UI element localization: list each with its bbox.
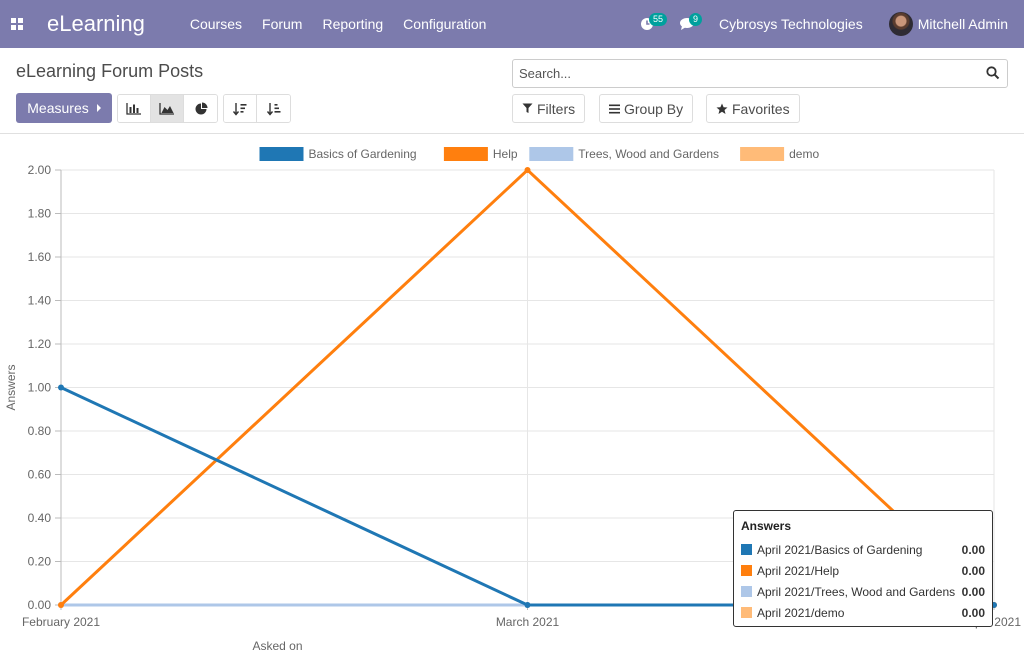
apps-menu-icon[interactable] xyxy=(0,0,34,48)
tooltip-swatch xyxy=(741,565,752,576)
filters-label: Filters xyxy=(537,100,576,117)
y-tick-label: 0.60 xyxy=(28,468,52,482)
pie-chart-icon xyxy=(195,102,207,114)
tooltip-swatch xyxy=(741,586,752,597)
favorites-label: Favorites xyxy=(732,100,790,117)
measures-button[interactable]: Measures xyxy=(16,93,112,123)
tooltip-row: April 2021/Help 0.00 xyxy=(741,560,985,581)
tooltip-swatch xyxy=(741,607,752,618)
tooltip-swatch xyxy=(741,544,752,555)
tooltip-row: April 2021/demo 0.00 xyxy=(741,602,985,623)
tooltip-value: 0.00 xyxy=(961,584,985,599)
data-point xyxy=(58,602,64,608)
x-tick-label: February 2021 xyxy=(22,615,100,629)
y-tick-label: 2.00 xyxy=(28,163,52,177)
y-tick-label: 1.60 xyxy=(28,250,52,264)
legend-label: Trees, Wood and Gardens xyxy=(578,147,719,161)
menu-forum[interactable]: Forum xyxy=(262,16,302,32)
activity-badge: 55 xyxy=(649,13,668,26)
data-point xyxy=(524,602,531,608)
search-icon[interactable] xyxy=(986,66,1000,80)
legend-label: Help xyxy=(493,147,518,161)
messages-button[interactable]: 9 xyxy=(667,0,707,48)
tooltip-label: April 2021/demo xyxy=(757,605,845,620)
legend-swatch xyxy=(443,147,488,161)
top-navbar: eLearning Courses Forum Reporting Config… xyxy=(0,0,1024,48)
menu-courses[interactable]: Courses xyxy=(190,16,242,32)
sort-descending-icon xyxy=(232,102,247,116)
menu-reporting[interactable]: Reporting xyxy=(322,16,383,32)
search-bar xyxy=(512,59,1008,88)
groupby-label: Group By xyxy=(624,100,684,117)
y-tick-label: 0.80 xyxy=(28,424,52,438)
search-input[interactable] xyxy=(513,60,973,87)
favorites-button[interactable]: Favorites xyxy=(706,94,800,123)
line-chart-button[interactable] xyxy=(151,95,184,122)
legend-label: Basics of Gardening xyxy=(309,147,417,161)
y-axis-title: Answers xyxy=(4,364,18,410)
y-tick-label: 0.00 xyxy=(28,598,52,612)
y-tick-label: 1.80 xyxy=(28,207,52,221)
messages-badge: 9 xyxy=(689,13,703,26)
tooltip-row: April 2021/Trees, Wood and Gardens 0.00 xyxy=(741,581,985,602)
caret-right-icon xyxy=(96,104,101,112)
y-tick-label: 0.40 xyxy=(28,511,52,525)
user-name: Mitchell Admin xyxy=(917,16,1008,32)
tooltip-title: Answers xyxy=(741,519,792,533)
groupby-button[interactable]: Group By xyxy=(599,94,694,123)
x-tick-label: March 2021 xyxy=(496,615,560,629)
avatar xyxy=(888,12,913,36)
tooltip-value: 0.00 xyxy=(961,563,985,578)
area-chart-icon xyxy=(159,103,174,115)
sort-buttons xyxy=(223,94,291,123)
bar-chart-button[interactable] xyxy=(118,95,151,122)
chart-type-switcher xyxy=(117,94,218,123)
star-icon xyxy=(716,103,728,114)
filter-icon xyxy=(522,103,533,113)
tooltip-label: April 2021/Basics of Gardening xyxy=(757,542,923,557)
menu-configuration[interactable]: Configuration xyxy=(403,16,486,32)
chart-tooltip: Answers April 2021/Basics of Gardening 0… xyxy=(733,510,993,627)
y-tick-label: 1.20 xyxy=(28,337,52,351)
legend-swatch xyxy=(740,147,785,161)
legend-swatch xyxy=(259,147,304,161)
tooltip-value: 0.00 xyxy=(961,542,985,557)
filters-button[interactable]: Filters xyxy=(512,94,586,123)
data-point xyxy=(58,384,64,391)
legend-swatch xyxy=(529,147,574,161)
activity-button[interactable]: 55 xyxy=(627,0,668,48)
tooltip-row: April 2021/Basics of Gardening 0.00 xyxy=(741,539,985,560)
tooltip-value: 0.00 xyxy=(961,605,985,620)
sort-ascending-icon xyxy=(266,102,280,116)
x-axis-title: Asked on xyxy=(252,639,302,652)
y-tick-label: 0.20 xyxy=(28,555,52,569)
sort-ascending-button[interactable] xyxy=(257,95,290,122)
tooltip-label: April 2021/Trees, Wood and Gardens xyxy=(757,584,956,599)
legend-label: demo xyxy=(789,147,819,161)
data-point xyxy=(524,167,531,173)
pie-chart-button[interactable] xyxy=(184,95,217,122)
app-brand[interactable]: eLearning xyxy=(47,11,145,37)
page-title: eLearning Forum Posts xyxy=(16,61,204,81)
sort-descending-button[interactable] xyxy=(224,95,257,122)
y-tick-label: 1.00 xyxy=(28,381,52,395)
bar-chart-icon xyxy=(126,103,141,115)
measures-label: Measures xyxy=(27,100,89,116)
company-switcher[interactable]: Cybrosys Technologies xyxy=(719,16,863,32)
tooltip-label: April 2021/Help xyxy=(757,563,840,578)
bars-icon xyxy=(609,104,620,113)
user-menu[interactable]: Mitchell Admin xyxy=(888,12,1008,36)
y-tick-label: 1.40 xyxy=(28,294,52,308)
